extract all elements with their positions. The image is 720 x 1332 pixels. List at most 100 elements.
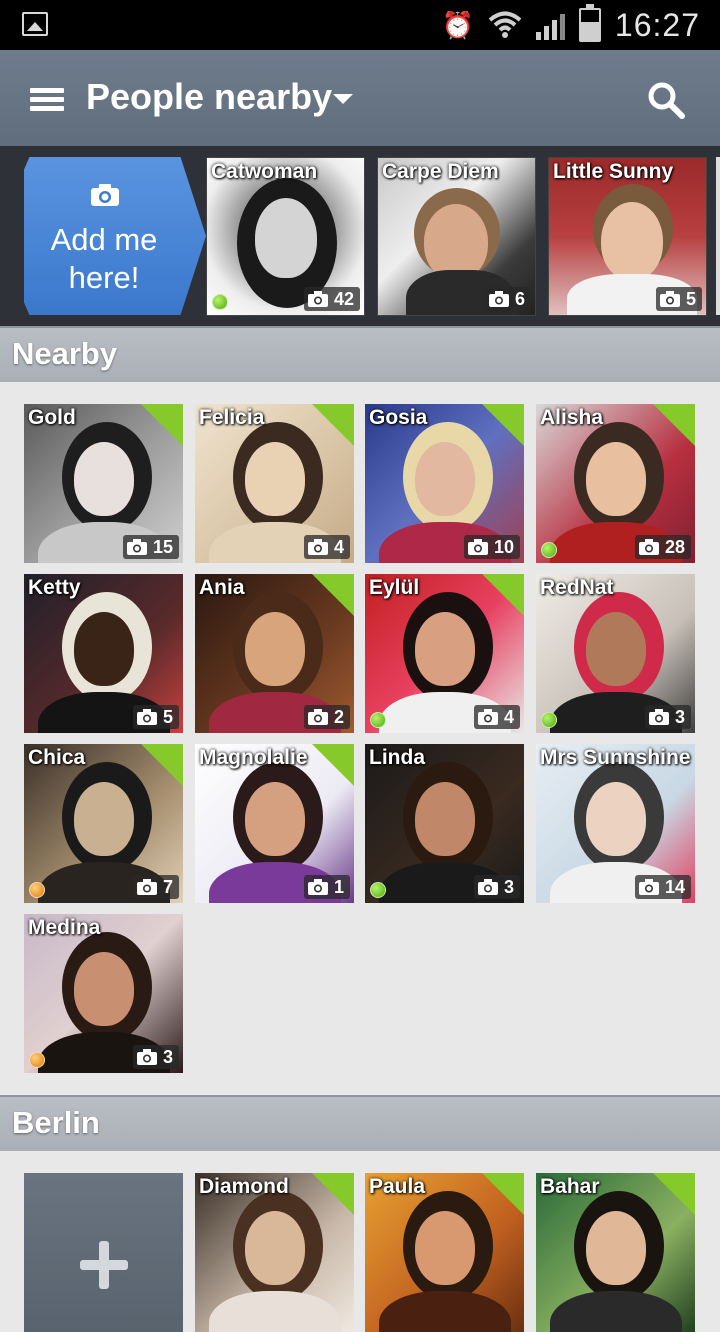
photo-count: 42 <box>333 288 354 309</box>
profile-name: Alisha <box>540 406 604 429</box>
new-badge <box>312 744 354 786</box>
photo-count: 6 <box>514 288 525 309</box>
profile-name: Ania <box>199 576 245 599</box>
camera-icon <box>638 879 659 895</box>
profile-tile[interactable]: Paula <box>365 1173 524 1332</box>
photo-count: 1 <box>333 876 344 897</box>
menu-icon[interactable] <box>30 88 64 112</box>
photo-count-badge: 14 <box>634 875 691 899</box>
camera-icon <box>659 291 680 307</box>
featured-tile[interactable]: Little Sunny 5 <box>548 157 707 316</box>
photo-count: 5 <box>685 288 696 309</box>
camera-icon <box>488 291 509 307</box>
profile-name: Gosia <box>369 406 428 429</box>
new-badge <box>482 404 524 446</box>
photo-count-badge: 6 <box>484 287 531 311</box>
profile-name: Gold <box>28 406 76 429</box>
profile-tile[interactable]: RedNat 3 <box>536 574 695 733</box>
profile-name: Bahar <box>540 1175 600 1198</box>
photo-count-badge: 3 <box>132 1045 179 1069</box>
plus-icon <box>80 1241 128 1289</box>
add-me-label: Add me <box>50 222 158 257</box>
camera-icon <box>126 539 147 555</box>
camera-icon <box>136 709 157 725</box>
photo-count-badge: 2 <box>303 705 350 729</box>
dropdown-icon[interactable] <box>333 94 353 104</box>
photo-count-badge: 4 <box>303 535 350 559</box>
photo-count: 14 <box>664 876 685 897</box>
camera-icon <box>307 879 328 895</box>
camera-icon <box>307 539 328 555</box>
online-status-indicator <box>29 882 45 898</box>
new-badge <box>141 404 183 446</box>
add-me-button[interactable]: Add me here! <box>24 157 206 315</box>
online-status-indicator <box>541 712 557 728</box>
profile-tile[interactable]: Mrs Sunnshine 14 <box>536 744 695 903</box>
section-header-nearby: Nearby <box>0 326 720 382</box>
profile-tile[interactable]: Linda 3 <box>365 744 524 903</box>
profile-tile[interactable]: Ania 2 <box>195 574 354 733</box>
featured-tile[interactable]: Carpe Diem 6 <box>377 157 536 316</box>
profile-name: Linda <box>369 746 425 769</box>
camera-icon <box>307 709 328 725</box>
photo-count: 2 <box>333 706 344 727</box>
profile-tile[interactable]: Diamond <box>195 1173 354 1332</box>
photo-count: 4 <box>503 706 514 727</box>
photo-count: 3 <box>503 876 514 897</box>
online-status-indicator <box>370 712 386 728</box>
photo-count-badge: 3 <box>473 875 520 899</box>
gallery-notification-icon <box>22 12 48 36</box>
photo-count-badge: 42 <box>303 287 360 311</box>
profile-tile[interactable]: Felicia 4 <box>195 404 354 563</box>
add-me-label-2: here! <box>68 260 140 295</box>
camera-icon <box>136 1049 157 1065</box>
featured-name: Carpe Diem <box>382 160 499 183</box>
profile-tile[interactable]: Eylül 4 <box>365 574 524 733</box>
photo-count-badge: 4 <box>473 705 520 729</box>
photo-count-badge: 10 <box>463 535 520 559</box>
online-status-indicator <box>29 1052 45 1068</box>
new-badge <box>312 1173 354 1215</box>
add-photo-button[interactable] <box>24 1173 183 1332</box>
camera-icon <box>638 539 659 555</box>
photo-count: 5 <box>162 706 173 727</box>
signal-icon <box>535 10 565 40</box>
profile-name: Magnolalie <box>199 746 308 769</box>
profile-name: Ketty <box>28 576 81 599</box>
photo-count-badge: 1 <box>303 875 350 899</box>
profile-tile[interactable]: Chica 7 <box>24 744 183 903</box>
profile-tile[interactable]: Gold 15 <box>24 404 183 563</box>
profile-name: Paula <box>369 1175 426 1198</box>
new-badge <box>312 574 354 616</box>
battery-icon <box>578 4 601 42</box>
profile-tile[interactable]: Ketty 5 <box>24 574 183 733</box>
profile-tile[interactable]: Alisha 28 <box>536 404 695 563</box>
camera-icon <box>136 879 157 895</box>
photo-count: 3 <box>674 706 685 727</box>
photo-count: 3 <box>162 1046 173 1067</box>
featured-tile[interactable]: Catwoman 42 <box>206 157 365 316</box>
new-badge <box>653 404 695 446</box>
photo-count-badge: 7 <box>132 875 179 899</box>
camera-icon <box>648 709 669 725</box>
clock: 16:27 <box>614 6 700 43</box>
page-title[interactable]: People nearby <box>86 76 332 118</box>
online-status-indicator <box>541 542 557 558</box>
profile-tile[interactable]: Magnolalie 1 <box>195 744 354 903</box>
new-badge <box>312 404 354 446</box>
camera-icon <box>307 291 328 307</box>
profile-name: Chica <box>28 746 86 769</box>
section-header-berlin: Berlin <box>0 1095 720 1151</box>
status-bar: ⏰ 16:27 <box>0 0 720 50</box>
profile-name: Mrs Sunnshine <box>540 746 691 769</box>
profile-name: Felicia <box>199 406 265 429</box>
featured-name: Catwoman <box>211 160 318 183</box>
profile-name: Eylül <box>369 576 420 599</box>
featured-name: Little Sunny <box>553 160 674 183</box>
profile-tile[interactable]: Medina 3 <box>24 914 183 1073</box>
profile-tile[interactable]: Gosia 10 <box>365 404 524 563</box>
profile-tile[interactable]: Bahar <box>536 1173 695 1332</box>
photo-count: 4 <box>333 536 344 557</box>
photo-count: 10 <box>493 536 514 557</box>
search-icon[interactable] <box>646 80 686 120</box>
